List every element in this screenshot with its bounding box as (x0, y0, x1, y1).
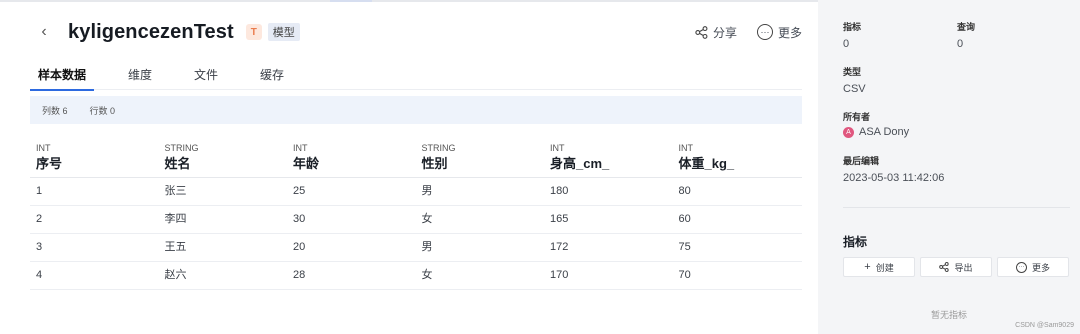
column-name: 性别 (421, 156, 448, 171)
table-cell: 20 (293, 241, 306, 253)
metrics-count-value: 0 (843, 38, 850, 50)
table-cell: 2 (36, 213, 43, 225)
table-cell: 172 (550, 241, 569, 253)
column-name: 姓名 (164, 156, 191, 171)
table-row: 4 赵六 28 女 170 70 (30, 262, 802, 290)
page-title: kyligencezenTest (68, 20, 234, 43)
create-button[interactable]: + 创建 (843, 257, 915, 277)
table-cell: 李四 (164, 213, 187, 225)
owner: A ASA Dony (843, 126, 909, 138)
chevron-left-icon: ‹ (41, 23, 47, 40)
last-edited-label: 最后编辑 (843, 156, 880, 166)
data-table: INT 序号 STRING 姓名 INT 年龄 STRING 性别 INT 身高_cm_ … (30, 140, 802, 290)
tab-sample-data[interactable]: 样本数据 (30, 62, 95, 91)
back-button[interactable]: ‹ (30, 18, 58, 46)
main-panel: ‹ kyligencezenTest T 模型 分享 ··· 更多 样本数据 维… (0, 0, 818, 334)
more-label: 更多 (1031, 262, 1050, 273)
more-icon: ··· (1015, 261, 1027, 273)
divider (843, 207, 1070, 208)
details-sidebar: 指标 0 查询 0 类型 CSV 所有者 A ASA Dony 最后编辑 202… (818, 0, 1080, 334)
empty-state-text: 暂无指标 (930, 310, 967, 320)
column-header[interactable]: INT 身高_cm_ (544, 140, 673, 177)
column-header[interactable]: INT 体重_kg_ (673, 140, 802, 177)
avatar: A (843, 126, 854, 138)
more-label: 更多 (777, 25, 802, 40)
table-cell: 70 (678, 269, 691, 281)
table-cell: 1 (36, 185, 43, 197)
table-cell: 60 (678, 213, 691, 225)
more-button[interactable]: ··· 更多 (756, 24, 802, 41)
queries-count-value: 0 (957, 38, 964, 50)
metrics-actions: + 创建 导出 ··· 更多 (843, 257, 1069, 277)
table-row: 1 张三 25 男 180 80 (30, 178, 802, 206)
table-cell: 4 (36, 269, 43, 281)
column-name: 年龄 (293, 156, 320, 171)
plus-icon: + (864, 261, 871, 273)
last-edited-value: 2023-05-03 11:42:06 (843, 172, 945, 184)
row-count: 行数 0 (89, 105, 116, 116)
table-cell: 女 (421, 269, 433, 281)
column-type: INT (550, 143, 565, 153)
owner-label: 所有者 (843, 112, 871, 122)
table-cell: 165 (550, 213, 569, 225)
table-cell: 25 (293, 185, 306, 197)
table-cell: 男 (421, 241, 433, 253)
tab-bar: 样本数据 维度 文件 缓存 (30, 62, 802, 91)
more-icon: ··· (756, 24, 773, 40)
share-button[interactable]: 分享 (695, 24, 737, 41)
column-header[interactable]: INT 序号 (30, 140, 159, 177)
table-header: INT 序号 STRING 姓名 INT 年龄 STRING 性别 INT 身高_cm_ … (30, 140, 802, 178)
table-cell: 女 (421, 213, 433, 225)
column-header[interactable]: STRING 姓名 (159, 140, 288, 177)
watermark: CSDN @Sam9029 (1015, 322, 1074, 329)
column-header[interactable]: INT 年龄 (287, 140, 416, 177)
metrics-section-title: 指标 (843, 235, 868, 249)
table-cell: 张三 (164, 185, 187, 197)
type-label: 类型 (843, 67, 862, 77)
more-button[interactable]: ··· 更多 (997, 257, 1069, 277)
export-label: 导出 (954, 262, 973, 273)
export-button[interactable]: 导出 (920, 257, 992, 277)
share-icon (939, 262, 950, 272)
column-type: INT (678, 143, 694, 153)
create-label: 创建 (875, 262, 894, 273)
owner-name: ASA Dony (859, 126, 910, 138)
table-cell: 30 (293, 213, 306, 225)
column-type: STRING (164, 143, 199, 153)
table-cell: 赵六 (164, 269, 187, 281)
column-name: 体重_kg_ (678, 156, 735, 171)
tab-files[interactable]: 文件 (186, 62, 226, 90)
column-count: 列数 6 (42, 105, 68, 116)
column-name: 身高_cm_ (550, 156, 610, 171)
table-cell: 男 (421, 185, 433, 197)
column-type: STRING (421, 143, 456, 153)
table-cell: 80 (678, 185, 691, 197)
table-cell: 180 (550, 185, 569, 197)
table-cell: 75 (678, 241, 691, 253)
type-value: CSV (843, 83, 866, 95)
table-row: 2 李四 30 女 165 60 (30, 206, 802, 234)
header-actions: 分享 ··· 更多 (695, 24, 802, 41)
table-type-badge: T (245, 24, 262, 40)
column-type: INT (36, 143, 51, 153)
table-cell: 王五 (164, 241, 187, 253)
table-cell: 170 (550, 269, 569, 281)
share-icon (695, 25, 708, 39)
model-tag: 模型 (267, 23, 300, 41)
metrics-count-label: 指标 (843, 22, 862, 32)
column-type: INT (293, 143, 308, 153)
column-name: 序号 (36, 156, 63, 171)
table-cell: 28 (293, 269, 306, 281)
tab-cache[interactable]: 缓存 (252, 62, 292, 90)
table-cell: 3 (36, 241, 43, 253)
share-label: 分享 (712, 25, 737, 40)
queries-count-label: 查询 (957, 22, 976, 32)
column-header[interactable]: STRING 性别 (416, 140, 545, 177)
table-row: 3 王五 20 男 172 75 (30, 234, 802, 262)
stats-bar: 列数 6 行数 0 (30, 96, 802, 124)
tab-dimensions[interactable]: 维度 (120, 62, 160, 90)
page-header: ‹ kyligencezenTest T 模型 分享 ··· 更多 (30, 14, 802, 50)
